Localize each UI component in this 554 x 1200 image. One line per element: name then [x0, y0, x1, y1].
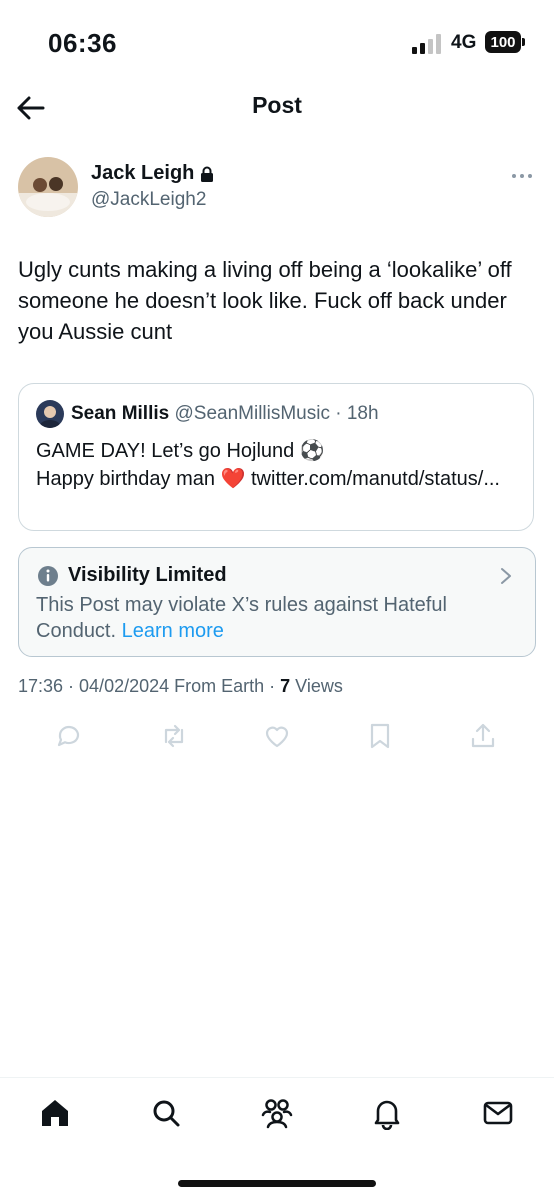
- quoted-name: Sean Millis: [71, 403, 170, 424]
- bookmark-icon[interactable]: [364, 720, 396, 752]
- notifications-icon[interactable]: [370, 1096, 404, 1130]
- views-label: Views: [290, 676, 343, 696]
- quoted-header: Sean Millis @SeanMillisMusic · 18h: [71, 403, 379, 425]
- visibility-body: This Post may violate X’s rules against …: [36, 592, 496, 644]
- back-arrow-icon[interactable]: [14, 92, 46, 124]
- quoted-line-2: Happy birthday man ❤️ twitter.com/manutd…: [36, 468, 500, 490]
- chevron-right-icon[interactable]: [499, 567, 513, 585]
- home-icon[interactable]: [38, 1096, 72, 1130]
- like-icon[interactable]: [261, 720, 293, 752]
- share-icon[interactable]: [467, 720, 499, 752]
- quoted-line-1: GAME DAY! Let’s go Hojlund ⚽: [36, 440, 325, 462]
- views-count: 7: [280, 676, 291, 696]
- tweet-meta: 17:36 · 04/02/2024 From Earth · 7 Views: [18, 676, 343, 697]
- nav-divider: [0, 1077, 554, 1078]
- author-handle[interactable]: @JackLeigh2: [91, 189, 206, 211]
- quoted-text: GAME DAY! Let’s go Hojlund ⚽ Happy birth…: [36, 437, 516, 493]
- reply-icon[interactable]: [53, 720, 85, 752]
- home-indicator[interactable]: [178, 1180, 376, 1187]
- page-title: Post: [252, 92, 302, 118]
- author-name-text: Jack Leigh: [91, 162, 195, 184]
- network-label: 4G: [451, 32, 477, 53]
- visibility-title: Visibility Limited: [68, 564, 227, 586]
- signal-icon: [412, 34, 441, 54]
- avatar[interactable]: [18, 157, 78, 217]
- quoted-avatar: [36, 400, 64, 428]
- repost-icon[interactable]: [158, 720, 190, 752]
- status-time: 06:36: [48, 28, 117, 58]
- tweet-timestamp: 17:36 · 04/02/2024 From Earth ·: [18, 676, 281, 696]
- search-icon[interactable]: [149, 1096, 183, 1130]
- quoted-handle-time: @SeanMillisMusic · 18h: [169, 403, 379, 424]
- info-icon: [38, 566, 58, 586]
- tweet-text: Ugly cunts making a living off being a ‘…: [18, 257, 512, 344]
- communities-icon[interactable]: [260, 1096, 294, 1130]
- visibility-body-text: This Post may violate X’s rules against …: [36, 594, 447, 642]
- messages-icon[interactable]: [481, 1096, 515, 1130]
- lock-icon: [201, 166, 214, 182]
- battery-tip: [522, 38, 525, 46]
- author-name[interactable]: Jack Leigh: [91, 162, 214, 185]
- more-options-icon[interactable]: [510, 166, 534, 186]
- battery-icon: 100: [485, 31, 521, 53]
- learn-more-link[interactable]: Learn more: [122, 620, 224, 642]
